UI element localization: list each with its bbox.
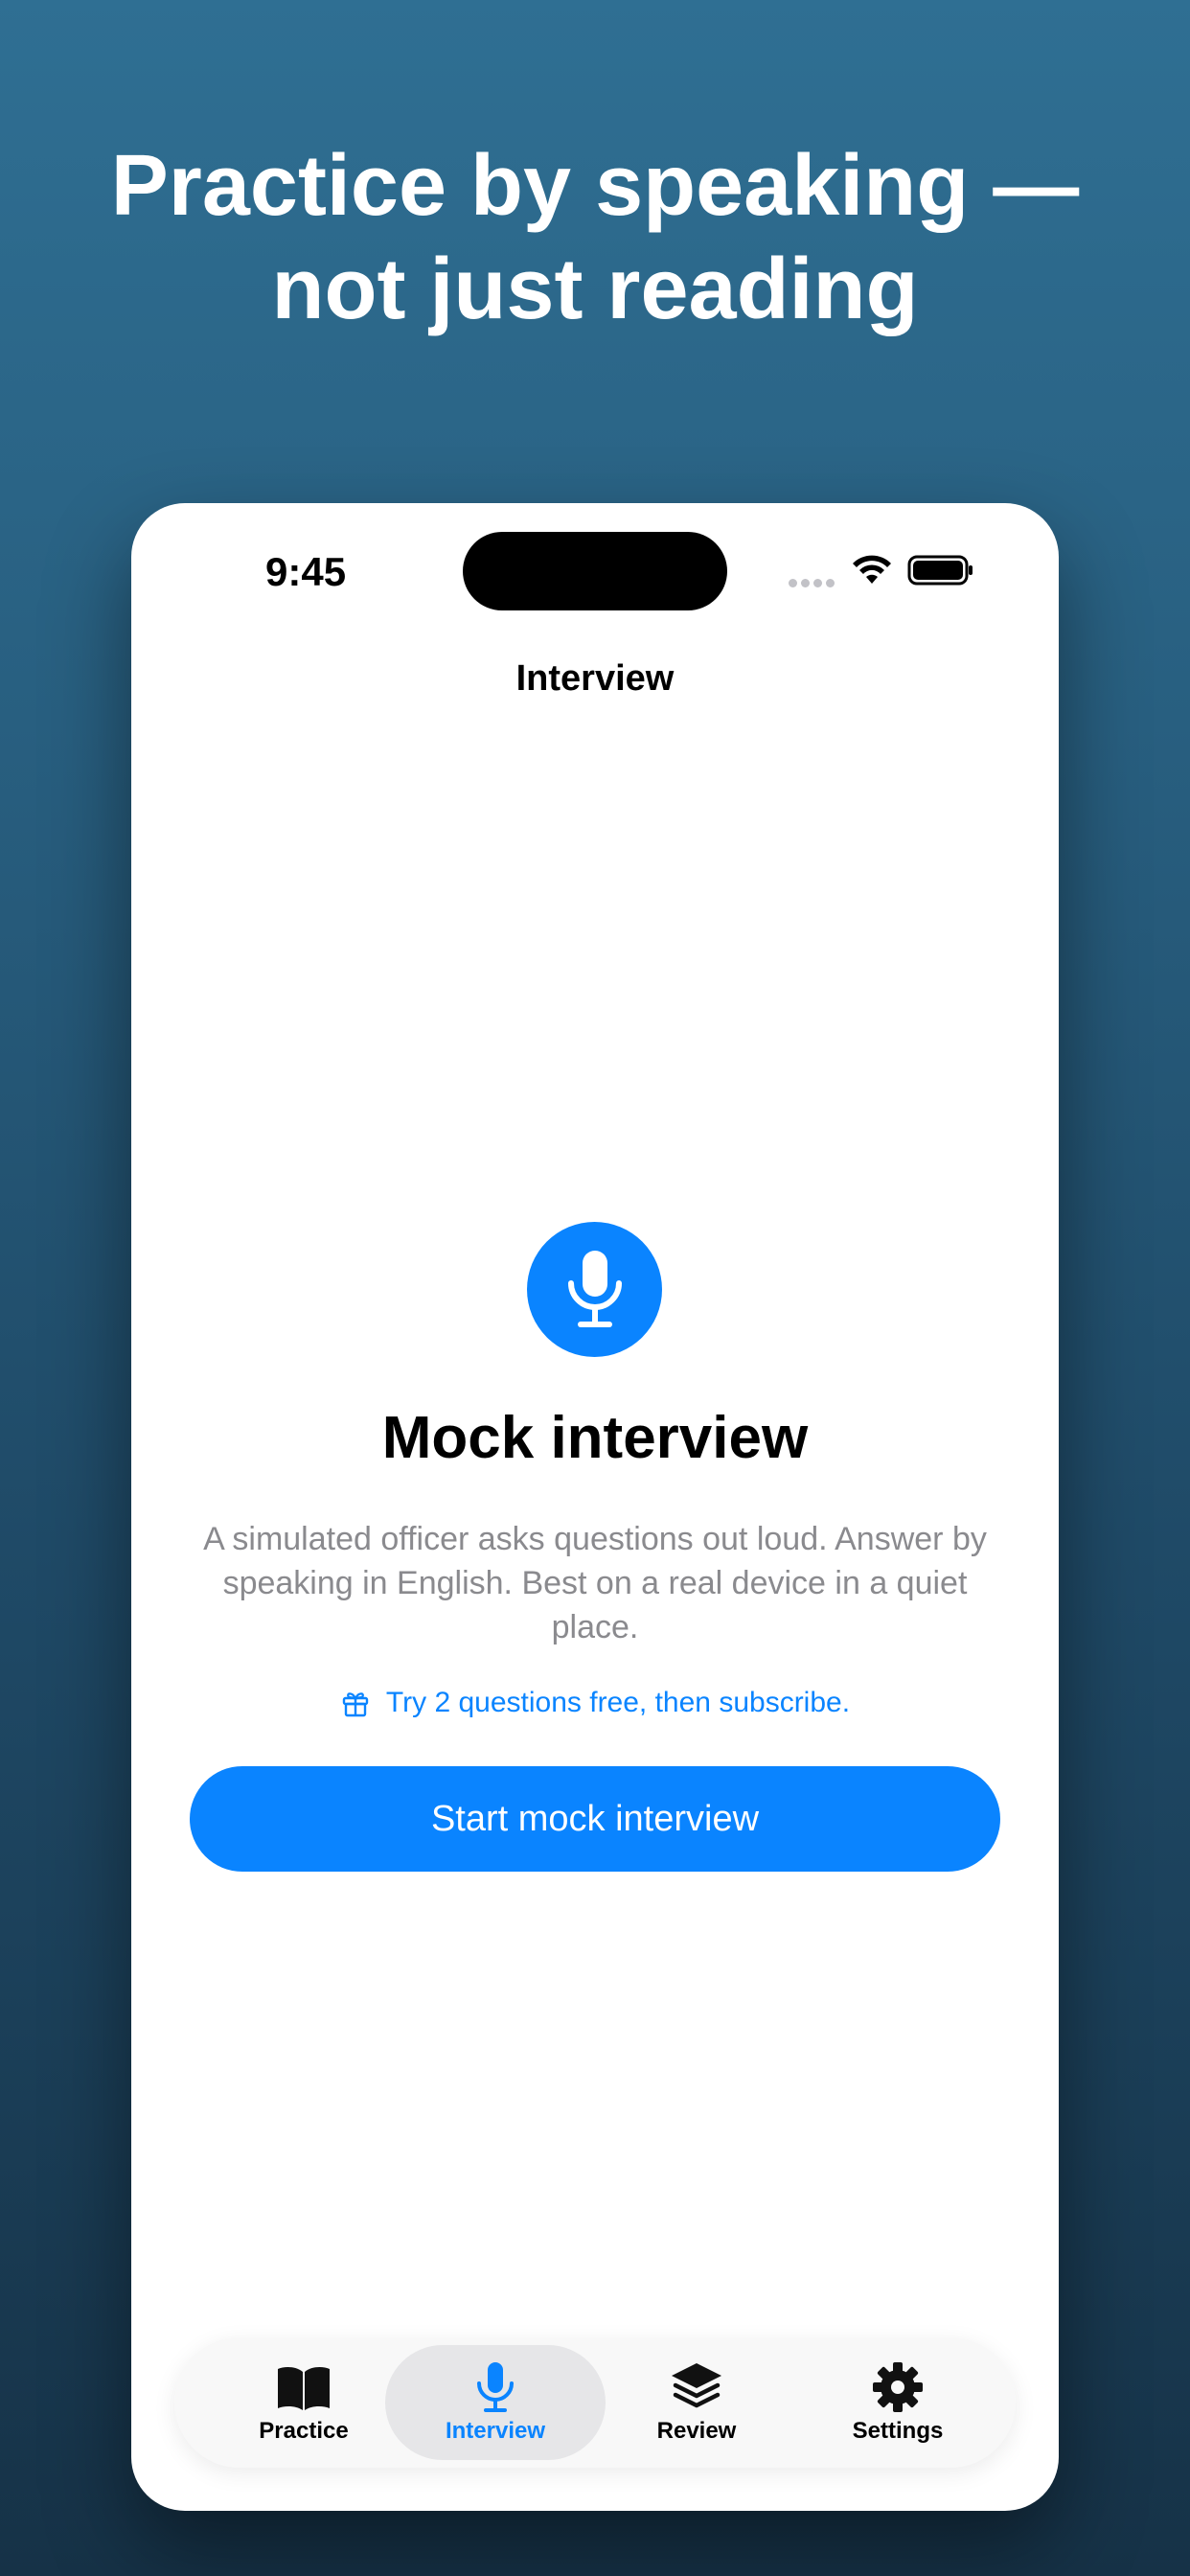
tab-interview[interactable]: Interview [385,2345,606,2460]
wifi-icon [853,555,891,584]
gift-icon [342,1692,369,1717]
microphone-badge [527,1222,662,1357]
tab-review[interactable]: Review [586,2345,807,2460]
mock-interview-title: Mock interview [381,1405,809,1471]
gear-icon [873,2362,923,2412]
headline-line-2: not just reading [271,242,919,337]
nav-title: Interview [515,658,675,699]
free-trial-note: Try 2 questions free, then subscribe. [131,1687,1059,1719]
status-time: 9:45 [265,549,347,594]
dynamic-island [463,532,727,610]
tab-interview-label: Interview [445,2418,546,2444]
battery-icon [907,555,973,586]
free-trial-text: Try 2 questions free, then subscribe. [385,1687,851,1718]
cellular-signal-icon [789,575,838,587]
tab-practice-label: Practice [259,2418,349,2444]
book-icon [278,2367,330,2410]
tab-review-label: Review [656,2418,737,2444]
tab-settings-label: Settings [852,2418,944,2444]
start-mock-interview-button[interactable]: Start mock interview [190,1766,1000,1872]
tab-settings[interactable]: Settings [788,2345,1008,2460]
tab-bar: Practice Interview Review Settings [174,2337,1016,2468]
phone-screen: 9:45 Interview Mock interview A simulate… [131,503,1059,2511]
microphone-icon [567,1250,622,1327]
tab-practice[interactable]: Practice [194,2345,414,2460]
mock-interview-description: A simulated officer asks questions out l… [203,1521,987,1645]
headline: Practice by speaking — not just reading [0,134,1190,341]
layers-icon [672,2363,721,2408]
headline-line-1: Practice by speaking — [110,138,1080,234]
microphone-icon [477,2362,514,2412]
